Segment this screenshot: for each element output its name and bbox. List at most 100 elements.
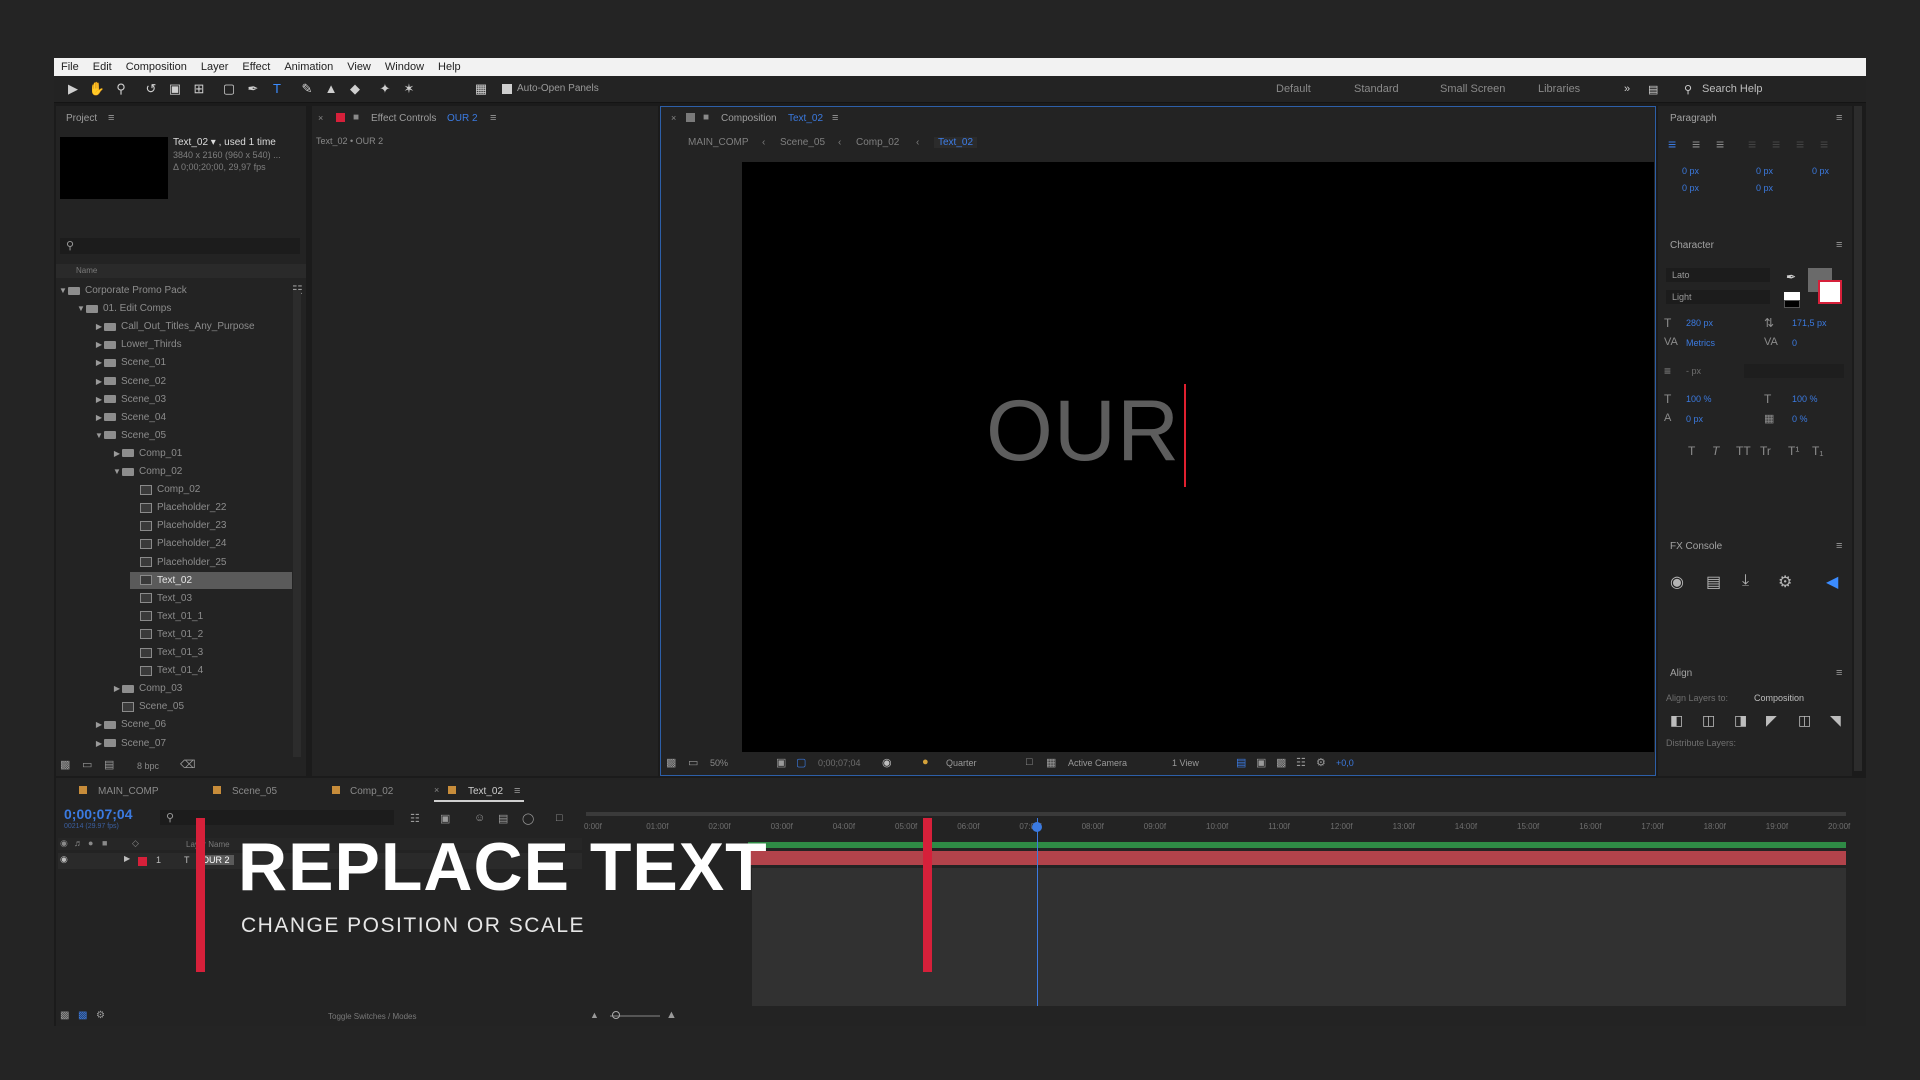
disclosure-closed-icon[interactable]: ▶ — [94, 358, 104, 367]
project-tree-item[interactable]: ▼ Corporate Promo Pack — [58, 282, 292, 299]
disclosure-open-icon[interactable]: ▼ — [76, 304, 86, 313]
composition-title[interactable]: Composition — [721, 113, 777, 124]
type-tool-icon[interactable]: T — [268, 80, 286, 98]
more-workspaces-icon[interactable]: » — [1624, 83, 1630, 95]
project-tree-item[interactable]: ▶ Scene_01 — [94, 354, 292, 371]
menu-layer[interactable]: Layer — [194, 61, 236, 73]
new-folder-icon[interactable]: ▭ — [82, 758, 92, 771]
layer-label-swatch[interactable] — [138, 857, 147, 866]
camera-icon[interactable]: ◉ — [1670, 572, 1684, 592]
menu-window[interactable]: Window — [378, 61, 431, 73]
draft-3d-icon[interactable]: ▣ — [440, 812, 450, 825]
panel-menu-icon[interactable]: ≡ — [490, 112, 496, 124]
snapping-icon[interactable]: ▦ — [472, 80, 490, 98]
trash-icon[interactable]: ⌫ — [180, 758, 196, 771]
fast-previews-icon[interactable]: ▩ — [1276, 756, 1286, 769]
faux-bold-button[interactable]: T — [1688, 444, 1695, 458]
zoom-out-icon[interactable]: ▲ — [590, 1010, 599, 1020]
transparency-grid-icon[interactable]: ▦ — [1046, 756, 1056, 769]
all-caps-button[interactable]: TT — [1736, 444, 1751, 458]
stroke-style-dropdown[interactable] — [1744, 364, 1844, 378]
space-after-value[interactable]: 0 px — [1756, 183, 1773, 193]
menu-file[interactable]: File — [54, 61, 86, 73]
layer-name-column-header[interactable]: Layer Name — [186, 840, 230, 849]
black-swatch[interactable] — [1784, 300, 1800, 308]
horizontal-scale-value[interactable]: 100 % — [1792, 394, 1818, 404]
project-tree-item[interactable]: Text_02 — [130, 571, 292, 589]
eyedropper-icon[interactable]: ✒ — [1786, 270, 1796, 284]
layer-switches-toggle-icon[interactable]: ▩ — [60, 1010, 69, 1021]
camera-tool-icon[interactable]: ▣ — [166, 80, 184, 98]
project-tree-item[interactable]: ▶ Scene_03 — [94, 391, 292, 408]
workspace-default[interactable]: Default — [1276, 83, 1311, 95]
align-top-edges-icon[interactable]: ◤ — [1766, 712, 1777, 729]
solo-column-icon[interactable]: ● — [88, 838, 93, 848]
disclosure-closed-icon[interactable]: ▶ — [94, 322, 104, 331]
indent-right-value[interactable]: 0 px — [1812, 166, 1829, 176]
label-column-icon[interactable]: ◇ — [132, 838, 139, 849]
project-tree-item[interactable]: ▶ Comp_03 — [112, 680, 292, 697]
interpret-footage-icon[interactable]: ▩ — [60, 758, 70, 771]
search-icon[interactable]: ⚲ — [1684, 83, 1692, 96]
zoom-tool-icon[interactable]: ⚲ — [112, 80, 130, 98]
indent-left-value[interactable]: 0 px — [1682, 166, 1699, 176]
superscript-button[interactable]: T¹ — [1788, 444, 1799, 458]
panel-menu-icon[interactable]: ≡ — [832, 112, 838, 124]
graph-editor-icon[interactable]: □ — [556, 812, 563, 824]
close-panel-icon[interactable]: × — [671, 113, 676, 123]
eraser-tool-icon[interactable]: ◆ — [346, 80, 364, 98]
panel-menu-icon[interactable]: ≡ — [1836, 239, 1842, 251]
work-area-bar[interactable] — [748, 842, 1846, 848]
gear-icon[interactable]: ⚙ — [1778, 572, 1792, 592]
menu-view[interactable]: View — [340, 61, 378, 73]
toggle-switches-modes[interactable]: Toggle Switches / Modes — [328, 1012, 417, 1021]
align-horizontal-center-icon[interactable]: ◫ — [1702, 712, 1715, 729]
clone-stamp-tool-icon[interactable]: ▲ — [322, 80, 340, 98]
menu-help[interactable]: Help — [431, 61, 468, 73]
stroke-width-value[interactable]: - px — [1686, 366, 1701, 376]
puppet-pin-tool-icon[interactable]: ✶ — [400, 80, 418, 98]
frame-blending-icon[interactable]: ▤ — [498, 812, 508, 825]
breadcrumb-comp-02[interactable]: Comp_02 — [856, 137, 899, 148]
menu-animation[interactable]: Animation — [277, 61, 340, 73]
film-strip-icon[interactable]: ▤ — [1706, 572, 1721, 592]
fx-console-logo-icon[interactable]: ◀ — [1826, 572, 1838, 592]
tab-comp-02[interactable]: Comp_02 — [350, 786, 393, 797]
brush-tool-icon[interactable]: ✎ — [298, 80, 316, 98]
monitor-icon[interactable]: ▭ — [688, 756, 698, 769]
workspace-menu-icon[interactable]: ▤ — [1648, 83, 1658, 96]
project-tree-item[interactable]: ▶ Comp_01 — [112, 445, 292, 462]
workspace-libraries[interactable]: Libraries — [1538, 83, 1580, 95]
layer-expand-icon[interactable]: ▶ — [124, 854, 130, 863]
small-caps-button[interactable]: Tr — [1760, 444, 1771, 458]
transfer-controls-toggle-icon[interactable]: ▩ — [78, 1010, 87, 1021]
disclosure-closed-icon[interactable]: ▶ — [112, 684, 122, 693]
auto-open-checkbox[interactable] — [502, 84, 512, 94]
first-line-indent-value[interactable]: 0 px — [1682, 183, 1699, 193]
render-time-toggle-icon[interactable]: ⚙ — [96, 1010, 105, 1021]
justify-left-icon[interactable]: ≡ — [1748, 136, 1756, 152]
disclosure-closed-icon[interactable]: ▶ — [94, 739, 104, 748]
project-tree-item[interactable]: ▶ Scene_07 — [94, 735, 292, 752]
viewer-text-layer[interactable]: OUR — [986, 382, 1180, 481]
grid-icon[interactable]: ▤ — [1236, 756, 1246, 769]
panel-menu-icon[interactable]: ≡ — [1836, 540, 1842, 552]
panel-menu-icon[interactable]: ≡ — [1836, 667, 1842, 679]
project-tree-item[interactable]: ▼ 01. Edit Comps — [76, 300, 292, 317]
rectangle-tool-icon[interactable]: ▢ — [220, 80, 238, 98]
project-tree-item[interactable]: ▼ Scene_05 — [94, 427, 292, 444]
align-left-edges-icon[interactable]: ◧ — [1670, 712, 1683, 729]
selection-tool-icon[interactable]: ▶ — [64, 80, 82, 98]
character-panel-title[interactable]: Character — [1670, 240, 1714, 251]
align-left-icon[interactable]: ≡ — [1668, 136, 1676, 152]
pan-behind-tool-icon[interactable]: ⊞ — [190, 80, 208, 98]
project-tree-item[interactable]: ▶ Lower_Thirds — [94, 336, 292, 353]
menu-edit[interactable]: Edit — [86, 61, 119, 73]
breadcrumb-text-02[interactable]: Text_02 — [934, 137, 978, 148]
align-center-icon[interactable]: ≡ — [1692, 136, 1700, 152]
tracking-value[interactable]: 0 — [1792, 338, 1797, 348]
zoom-dropdown[interactable]: 50% — [710, 758, 728, 768]
tab-main-comp[interactable]: MAIN_COMP — [98, 786, 159, 797]
project-tree-item[interactable]: Scene_05 — [112, 698, 292, 715]
disclosure-closed-icon[interactable]: ▶ — [94, 340, 104, 349]
